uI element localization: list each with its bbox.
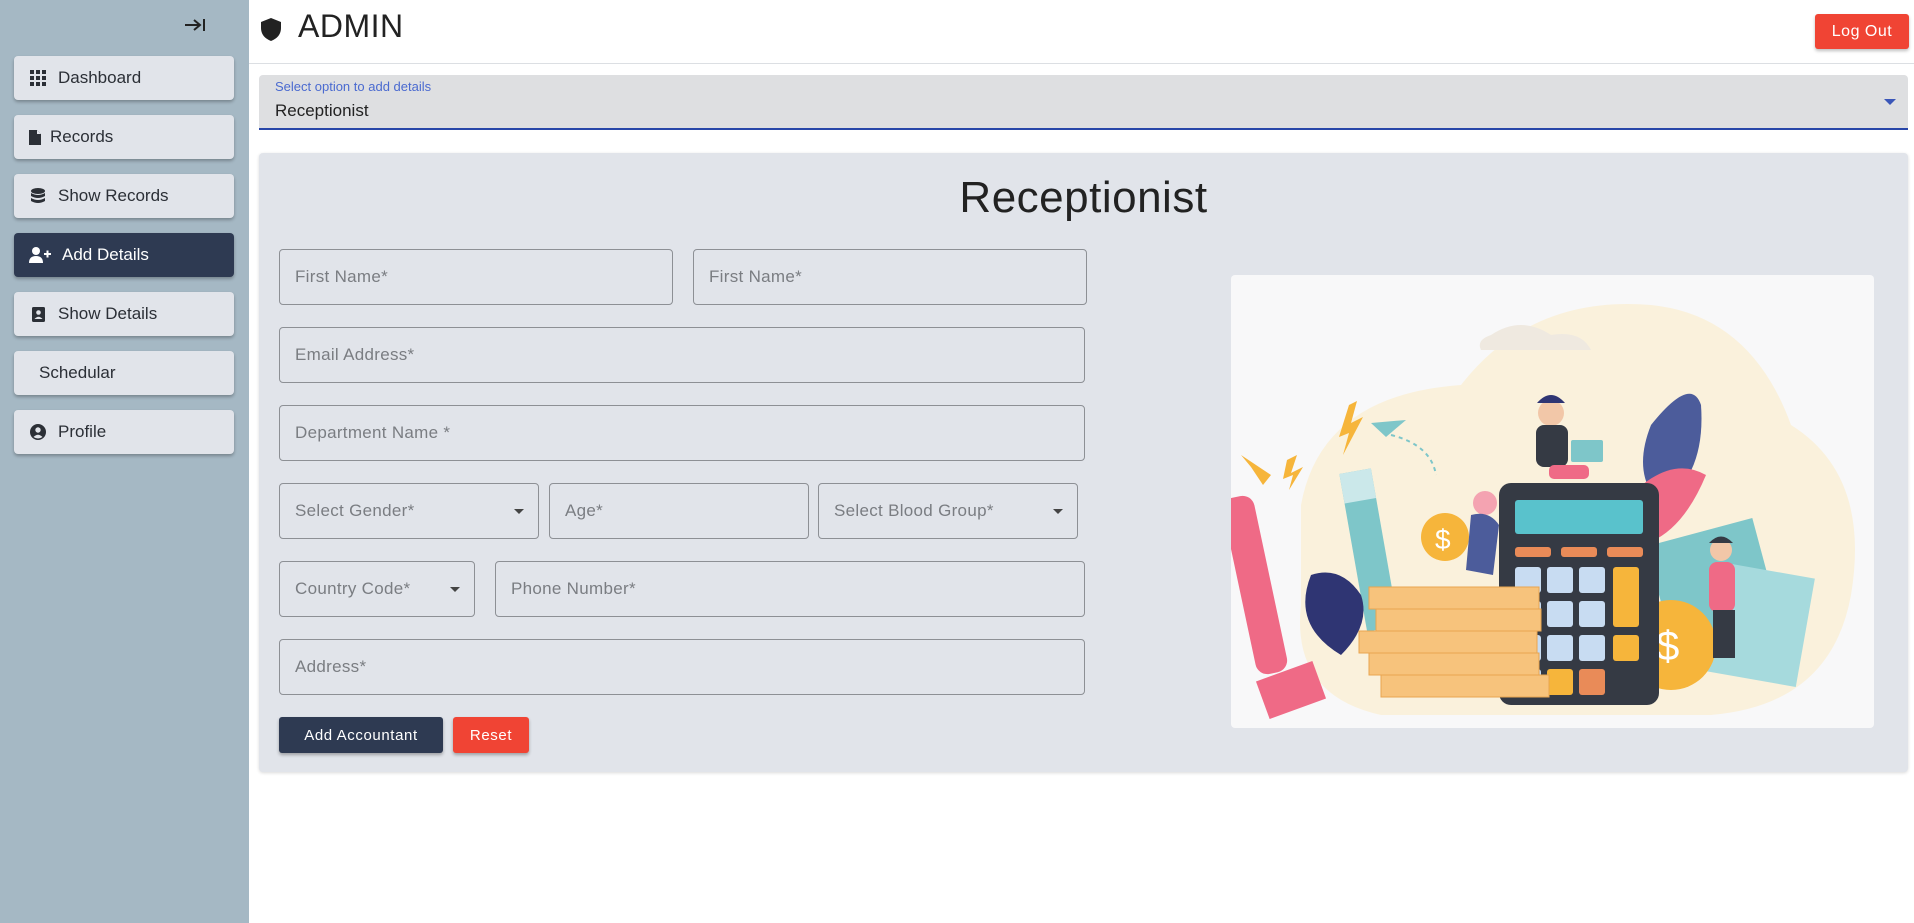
- sidebar-item-show-records[interactable]: Show Records: [14, 174, 234, 218]
- chevron-down-icon: [1884, 99, 1896, 105]
- last-name-field[interactable]: First Name*: [693, 249, 1087, 305]
- first-name-field[interactable]: First Name*: [279, 249, 673, 305]
- form-title: Receptionist: [959, 173, 1208, 222]
- shield-icon: [261, 18, 283, 42]
- chevron-down-icon: [1053, 509, 1063, 514]
- chevron-down-icon: [450, 587, 460, 592]
- add-user-icon: [28, 245, 52, 265]
- finance-illustration: $ $: [1222, 275, 1874, 728]
- email-field[interactable]: Email Address*: [279, 327, 1085, 383]
- age-field[interactable]: Age*: [549, 483, 809, 539]
- add-accountant-button[interactable]: Add Accountant: [279, 717, 443, 753]
- page-title: ADMIN: [298, 8, 404, 44]
- collapse-sidebar-icon[interactable]: [180, 12, 210, 38]
- sidebar-item-label: Show Records: [58, 186, 169, 205]
- database-icon: [28, 186, 48, 206]
- placeholder: Select Gender*: [295, 501, 415, 520]
- sidebar-item-label: Dashboard: [58, 68, 142, 87]
- blood-group-select[interactable]: Select Blood Group*: [818, 483, 1078, 539]
- chevron-down-icon: [514, 509, 524, 514]
- sidebar-item-label: Schedular: [39, 363, 116, 382]
- select-label: Select option to add details: [275, 79, 432, 94]
- placeholder: First Name*: [709, 267, 803, 286]
- top-header: ADMIN Log Out: [249, 0, 1914, 64]
- add-details-option-select[interactable]: Select option to add details Receptionis…: [259, 75, 1908, 130]
- sidebar-item-profile[interactable]: Profile: [14, 410, 234, 454]
- placeholder: Country Code*: [295, 579, 411, 598]
- sidebar-item-show-details[interactable]: Show Details: [14, 292, 234, 336]
- placeholder: Select Blood Group*: [834, 501, 994, 520]
- receptionist-form-panel: Receptionist First Name* First Name* Ema…: [259, 153, 1908, 772]
- country-code-select[interactable]: Country Code*: [279, 561, 475, 617]
- file-icon: [28, 127, 42, 147]
- phone-number-field[interactable]: Phone Number*: [495, 561, 1085, 617]
- reset-button[interactable]: Reset: [453, 717, 529, 753]
- sidebar: Dashboard Records Show Records Add Detai…: [0, 0, 249, 923]
- select-value: Receptionist: [275, 101, 369, 120]
- placeholder: Age*: [565, 501, 604, 520]
- logout-button[interactable]: Log Out: [1815, 14, 1909, 49]
- sidebar-item-label: Show Details: [58, 304, 158, 323]
- sidebar-item-add-details[interactable]: Add Details: [14, 233, 234, 277]
- grid-icon: [28, 68, 48, 88]
- sidebar-item-records[interactable]: Records: [14, 115, 234, 159]
- gender-select[interactable]: Select Gender*: [279, 483, 539, 539]
- placeholder: Email Address*: [295, 345, 415, 364]
- contact-card-icon: [28, 304, 48, 324]
- placeholder: Address*: [295, 657, 367, 676]
- address-field[interactable]: Address*: [279, 639, 1085, 695]
- user-circle-icon: [28, 422, 48, 442]
- sidebar-item-label: Records: [50, 127, 114, 146]
- sidebar-item-label: Profile: [58, 422, 107, 441]
- sidebar-item-label: Add Details: [62, 245, 149, 264]
- placeholder: Phone Number*: [511, 579, 636, 598]
- sidebar-item-dashboard[interactable]: Dashboard: [14, 56, 234, 100]
- placeholder: Department Name *: [295, 423, 451, 442]
- svg-text:$: $: [1656, 622, 1679, 669]
- sidebar-item-schedular[interactable]: Schedular: [14, 351, 234, 395]
- svg-text:$: $: [1435, 524, 1451, 555]
- placeholder: First Name*: [295, 267, 389, 286]
- department-field[interactable]: Department Name *: [279, 405, 1085, 461]
